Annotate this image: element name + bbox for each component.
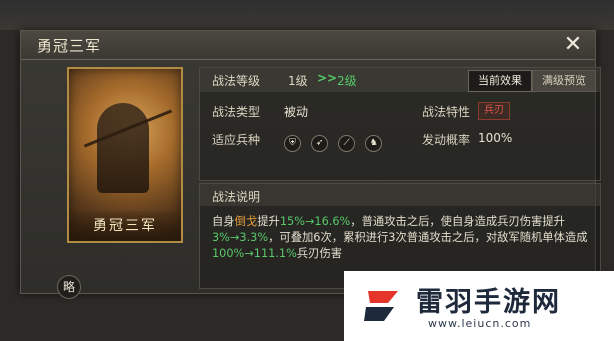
level-row: 战法等级 1级 >> 2级 当前效果 满级预览 bbox=[200, 68, 600, 92]
bow-icon: ➶ bbox=[311, 135, 329, 152]
tactic-detail-dialog: 勇冠三军 ✕ 勇冠三军 略 战法等级 1级 >> 2级 当前效果 满级预览 战法… bbox=[20, 30, 601, 299]
tab-max-preview[interactable]: 满级预览 bbox=[532, 70, 596, 92]
description-title: 战法说明 bbox=[212, 190, 261, 204]
desc-part: 兵刃伤害 bbox=[296, 247, 343, 260]
description-text: 自身倒戈提升15%→16.6%，普通攻击之后，使自身造成兵刃伤害提升 3%→3.3… bbox=[212, 214, 594, 262]
desc-part: 自身 bbox=[212, 215, 235, 228]
troop-label: 适应兵种 bbox=[212, 133, 261, 147]
watermark-url: www.leiucn.com bbox=[428, 317, 532, 330]
desc-value: 100%→111.1% bbox=[212, 247, 297, 260]
trait-label: 战法特性 bbox=[422, 105, 471, 119]
level-label: 战法等级 bbox=[212, 74, 261, 88]
tactic-info-panel: 战法等级 1级 >> 2级 当前效果 满级预览 战法类型 被动 战法特性 兵刃 … bbox=[199, 67, 601, 181]
shield-icon: ⛨ bbox=[284, 135, 301, 152]
spear-icon: ⟋ bbox=[338, 135, 356, 152]
desc-part: 提升 bbox=[257, 215, 280, 228]
level-arrow-icon: >> bbox=[317, 71, 338, 85]
level-next: 2级 bbox=[337, 74, 357, 88]
tactic-portrait: 勇冠三军 bbox=[67, 67, 183, 243]
type-value: 被动 bbox=[284, 105, 309, 119]
desc-value: 3%→3.3% bbox=[212, 231, 269, 244]
site-watermark: 雷羽手游网 www.leiucn.com bbox=[344, 271, 614, 341]
troop-icons: ⛨ ➶ ⟋ ♞ bbox=[284, 130, 387, 152]
warrior-figure bbox=[97, 103, 149, 193]
watermark-logo-icon bbox=[364, 291, 398, 321]
description-header: 战法说明 bbox=[200, 184, 600, 206]
horse-icon: ♞ bbox=[365, 135, 383, 152]
type-label: 战法类型 bbox=[212, 105, 261, 119]
close-icon[interactable]: ✕ bbox=[561, 33, 585, 57]
rate-value: 100% bbox=[478, 131, 513, 145]
desc-part: ，可叠加6次，累积进行3次普通攻击之后，对敌军随机单体造成 bbox=[268, 231, 588, 244]
game-background bbox=[0, 0, 614, 30]
abbrev-badge[interactable]: 略 bbox=[57, 275, 81, 299]
level-current: 1级 bbox=[288, 74, 308, 88]
tab-current-effect[interactable]: 当前效果 bbox=[468, 70, 532, 92]
portrait-name: 勇冠三军 bbox=[69, 211, 181, 241]
desc-part: ，普通攻击之后，使自身造成兵刃伤害提升 bbox=[350, 215, 565, 228]
trait-badge: 兵刃 bbox=[478, 102, 510, 120]
dialog-title: 勇冠三军 bbox=[37, 37, 102, 55]
desc-value: 15%→16.6% bbox=[279, 215, 351, 228]
dialog-header: 勇冠三军 ✕ bbox=[21, 31, 595, 60]
watermark-name: 雷羽手游网 bbox=[416, 287, 561, 318]
rate-label: 发动概率 bbox=[422, 133, 471, 147]
desc-term: 倒戈 bbox=[234, 215, 258, 228]
